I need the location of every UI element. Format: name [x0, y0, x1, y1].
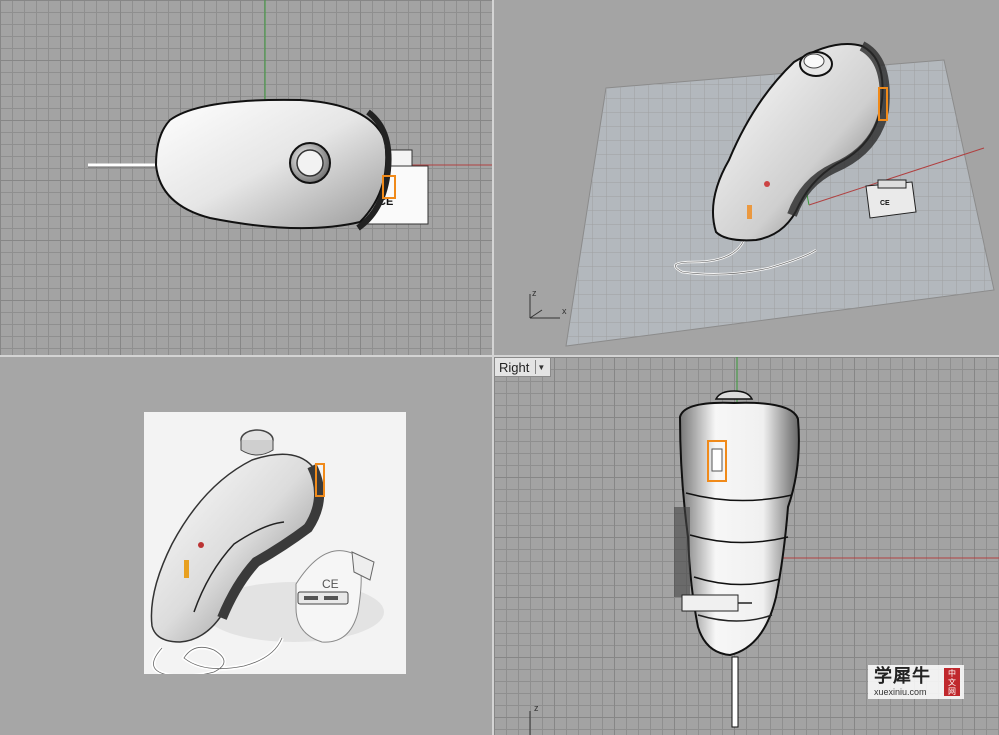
watermark-title: 学犀牛 — [874, 666, 931, 687]
viewport-perspective[interactable]: CE z x — [494, 0, 999, 355]
ce-mark: CE — [322, 577, 339, 591]
viewport-title-bar[interactable]: Right ▼ — [494, 357, 552, 377]
connector-plug — [681, 594, 739, 612]
viewport-divider-vertical[interactable] — [492, 0, 494, 735]
top-view-scene: CE — [88, 0, 492, 231]
controller-body — [678, 401, 800, 657]
axis-gizmo-icon — [529, 294, 560, 319]
watermark-badge: 中 文 网 — [944, 668, 960, 696]
viewport-title[interactable]: Right — [499, 360, 529, 375]
indicator-led — [764, 181, 770, 187]
watermark-logo: 学犀牛 xuexiniu.com 中 文 网 — [868, 665, 964, 699]
viewport-render[interactable]: CE — [0, 357, 492, 735]
dropdown-arrow-icon[interactable]: ▼ — [535, 360, 546, 374]
svg-text:CE: CE — [880, 200, 890, 207]
cable — [731, 656, 739, 728]
axis-gizmo-icon — [529, 711, 531, 735]
viewport-top[interactable]: CE — [0, 0, 492, 355]
controller-body — [154, 98, 388, 230]
viewport-divider-horizontal[interactable] — [0, 355, 999, 357]
render-image: CE — [144, 412, 406, 679]
watermark-url: xuexiniu.com — [874, 687, 927, 697]
render-scene: CE — [150, 429, 384, 679]
indicator-led — [198, 542, 204, 548]
